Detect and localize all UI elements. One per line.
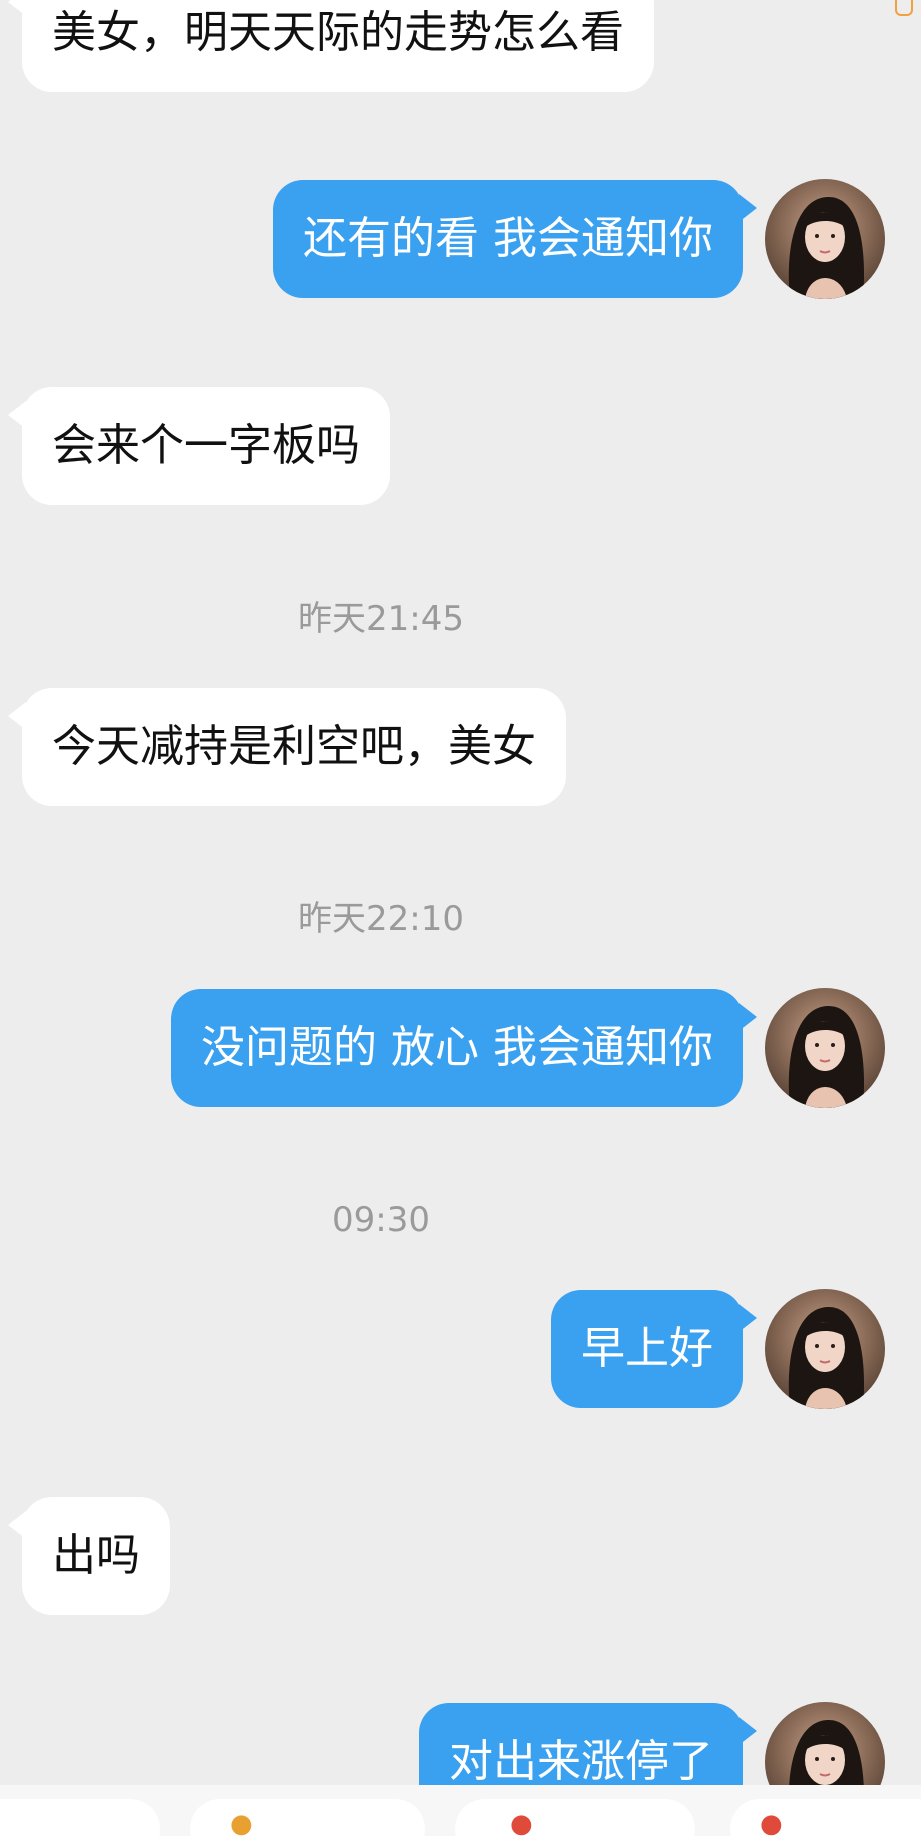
top-indicator-icon: [895, 0, 913, 16]
message-bubble-left[interactable]: 出吗: [8, 1497, 170, 1615]
avatar-icon[interactable]: [765, 1289, 885, 1409]
message-text: 会来个一字板吗: [52, 420, 360, 471]
message-text: 早上好: [581, 1323, 713, 1374]
message-bubble-right[interactable]: 还有的看 我会通知你: [273, 180, 757, 298]
quick-reply-chip[interactable]: ●: [455, 1799, 695, 1836]
message-text: 对出来涨停了: [449, 1736, 713, 1785]
message-bubble-left[interactable]: 美女，明天天际的走势怎么看: [8, 0, 654, 92]
quick-reply-bar: ● ● ●: [0, 1785, 921, 1836]
chat-area[interactable]: 美女，明天天际的走势怎么看 还有的看 我会通知你 会来个一字板吗 昨天21:45…: [0, 0, 921, 1785]
avatar-icon[interactable]: [765, 179, 885, 299]
avatar-icon[interactable]: [765, 1702, 885, 1785]
message-text: 今天减持是利空吧，美女: [52, 721, 536, 772]
quick-reply-icon: ●: [760, 1809, 783, 1836]
message-timestamp: 昨天22:10: [298, 899, 464, 939]
quick-reply-chip[interactable]: [0, 1799, 160, 1836]
message-bubble-right[interactable]: 没问题的 放心 我会通知你: [171, 989, 757, 1107]
message-bubble-right[interactable]: 对出来涨停了: [419, 1703, 757, 1785]
message-text: 出吗: [52, 1530, 140, 1581]
quick-reply-chip[interactable]: ●: [730, 1799, 921, 1836]
quick-reply-icon: ●: [510, 1809, 533, 1836]
message-timestamp: 09:30: [332, 1200, 430, 1240]
avatar-icon[interactable]: [765, 988, 885, 1108]
message-bubble-left[interactable]: 今天减持是利空吧，美女: [8, 688, 566, 806]
quick-reply-icon: ●: [230, 1809, 253, 1836]
message-bubble-right[interactable]: 早上好: [551, 1290, 757, 1408]
message-bubble-left[interactable]: 会来个一字板吗: [8, 387, 390, 505]
message-text: 还有的看 我会通知你: [303, 213, 713, 264]
quick-reply-chip[interactable]: ●: [190, 1799, 425, 1836]
message-text: 美女，明天天际的走势怎么看: [52, 7, 624, 58]
message-timestamp: 昨天21:45: [298, 599, 464, 639]
message-text: 没问题的 放心 我会通知你: [201, 1022, 713, 1073]
